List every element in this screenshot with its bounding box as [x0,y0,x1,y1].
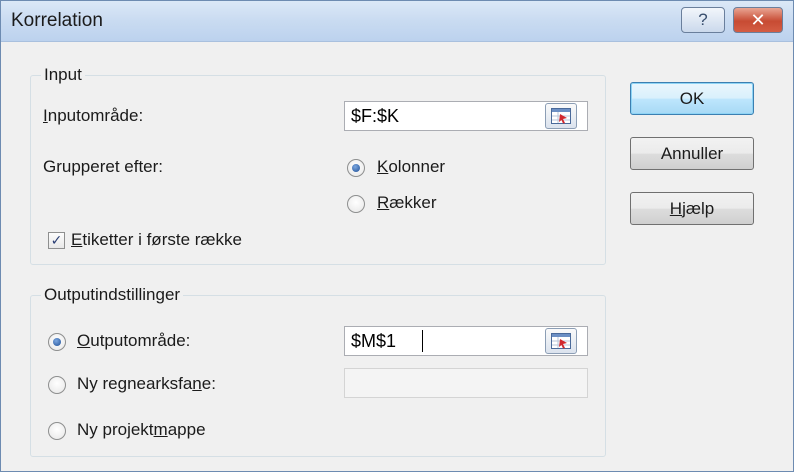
labels-first-row-label[interactable]: Etiketter i første række [71,230,242,250]
columns-radio[interactable] [347,159,365,177]
new-workbook-radio[interactable] [48,422,66,440]
grouped-by-label: Grupperet efter: [43,157,164,176]
output-range-label[interactable]: Outputområde: [77,331,190,351]
window-title: Korrelation [11,10,103,31]
title-bar[interactable]: Korrelation ? ✕ [1,1,793,42]
dialog-body: Input Inputområde: $F:$K Grupperet efter… [1,42,793,471]
output-range-radio[interactable] [48,333,66,351]
ok-button[interactable]: OK [630,82,754,115]
output-range-selector-button[interactable] [545,328,577,354]
input-range-label: Inputområde: [43,106,144,125]
question-icon: ? [698,10,708,29]
input-range-selector-button[interactable] [545,103,577,129]
rows-radio-label[interactable]: Rækker [377,193,437,213]
output-group-legend: Outputindstillinger [44,285,181,304]
title-help-button[interactable]: ? [681,7,725,33]
title-close-button[interactable]: ✕ [733,7,783,33]
correlation-dialog: Korrelation ? ✕ Input Inputområde: $F:$K… [0,0,794,472]
new-workbook-label[interactable]: Ny projektmappe [77,420,206,440]
help-button[interactable]: Hjælp [630,192,754,225]
labels-first-row-checkbox[interactable]: ✓ [48,232,65,249]
new-sheet-label[interactable]: Ny regnearksfane: [77,374,216,394]
range-select-icon [551,333,571,349]
new-sheet-radio[interactable] [48,376,66,394]
range-select-icon [551,108,571,124]
columns-radio-label[interactable]: Kolonner [377,157,445,177]
cancel-button[interactable]: Annuller [630,137,754,170]
text-caret [422,330,423,352]
new-sheet-name-field[interactable] [344,368,588,398]
input-group-legend: Input [44,65,82,84]
close-icon: ✕ [750,9,766,30]
checkmark-icon: ✓ [50,232,63,248]
rows-radio[interactable] [347,195,365,213]
